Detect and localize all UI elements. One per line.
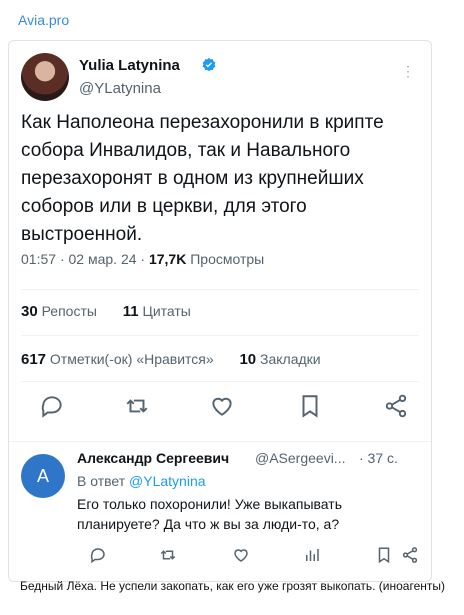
views-count: 17,7K: [148, 251, 187, 267]
likes-bookmarks-row: 617 Отметки(-ок) «Нравится» 10 Закладки: [21, 351, 321, 368]
tweet-card: Yulia Latynina @YLatynina ⋮ Как Наполеон…: [8, 40, 432, 582]
tweet-meta: 01:57 · 02 мар. 24 · 17,7K Просмотры: [21, 251, 264, 267]
verified-badge-icon: [202, 58, 216, 72]
reposts-label[interactable]: Репосты: [42, 303, 97, 319]
views-label: Просмотры: [190, 251, 265, 267]
reply-retweet-icon[interactable]: [159, 546, 177, 564]
reply-text: Его только похоронили! Уже выкапывать пл…: [77, 496, 342, 532]
like-icon[interactable]: [209, 393, 235, 419]
reply-actions: [77, 546, 419, 566]
tweet-header: Yulia Latynina @YLatynina ⋮: [21, 53, 419, 103]
divider: [21, 335, 419, 336]
reply-icon[interactable]: [39, 393, 65, 419]
tweet-text: Как Наполеона перезахоронили в крипте со…: [21, 112, 384, 245]
more-options-icon[interactable]: ⋮: [401, 63, 415, 80]
reply-share-icon[interactable]: [401, 546, 419, 564]
tweet-time[interactable]: 01:57: [21, 251, 56, 267]
meta-separator: ·: [59, 251, 69, 267]
tweet-date[interactable]: 02 мар. 24: [69, 251, 137, 267]
reply-avatar[interactable]: A: [21, 454, 65, 498]
author-name[interactable]: Yulia Latynina: [79, 57, 180, 74]
in-reply-to: В ответ @YLatynina: [77, 473, 206, 489]
in-reply-mention[interactable]: @YLatynina: [129, 473, 205, 489]
reply-like-icon[interactable]: [232, 546, 250, 564]
divider: [21, 289, 419, 290]
post-caption: Бедный Лёха. Не успели закопать, как его…: [20, 579, 445, 593]
bookmark-icon[interactable]: [297, 393, 323, 419]
reply-time[interactable]: · 37 с.: [359, 450, 398, 466]
reposts-count[interactable]: 30: [21, 303, 38, 320]
reply-tweet: A Александр Сергеевич @ASergeevi... · 37…: [9, 441, 431, 581]
retweet-icon[interactable]: [124, 393, 150, 419]
reply-comment-icon[interactable]: [89, 546, 107, 564]
likes-count[interactable]: 617: [21, 351, 46, 368]
author-handle[interactable]: @YLatynina: [79, 80, 161, 97]
reply-author-handle[interactable]: @ASergeevi...: [255, 450, 345, 466]
likes-label[interactable]: Отметки(-ок) «Нравится»: [50, 351, 214, 367]
reply-author-name[interactable]: Александр Сергеевич: [77, 450, 229, 466]
bookmarks-label[interactable]: Закладки: [260, 351, 321, 367]
reposts-quotes-row: 30 Репосты 11 Цитаты: [21, 303, 191, 320]
author-avatar[interactable]: [21, 53, 69, 101]
tweet-actions: [9, 393, 431, 423]
meta-separator: ·: [140, 251, 149, 267]
divider: [21, 381, 419, 382]
reply-views-icon[interactable]: [303, 546, 321, 564]
share-icon[interactable]: [383, 393, 409, 419]
quotes-count[interactable]: 11: [123, 303, 139, 320]
reply-bookmark-icon[interactable]: [375, 546, 393, 564]
in-reply-prefix: В ответ: [77, 473, 126, 489]
source-link[interactable]: Avia.pro: [18, 12, 69, 28]
quotes-label[interactable]: Цитаты: [142, 303, 190, 319]
bookmarks-count[interactable]: 10: [239, 351, 256, 368]
